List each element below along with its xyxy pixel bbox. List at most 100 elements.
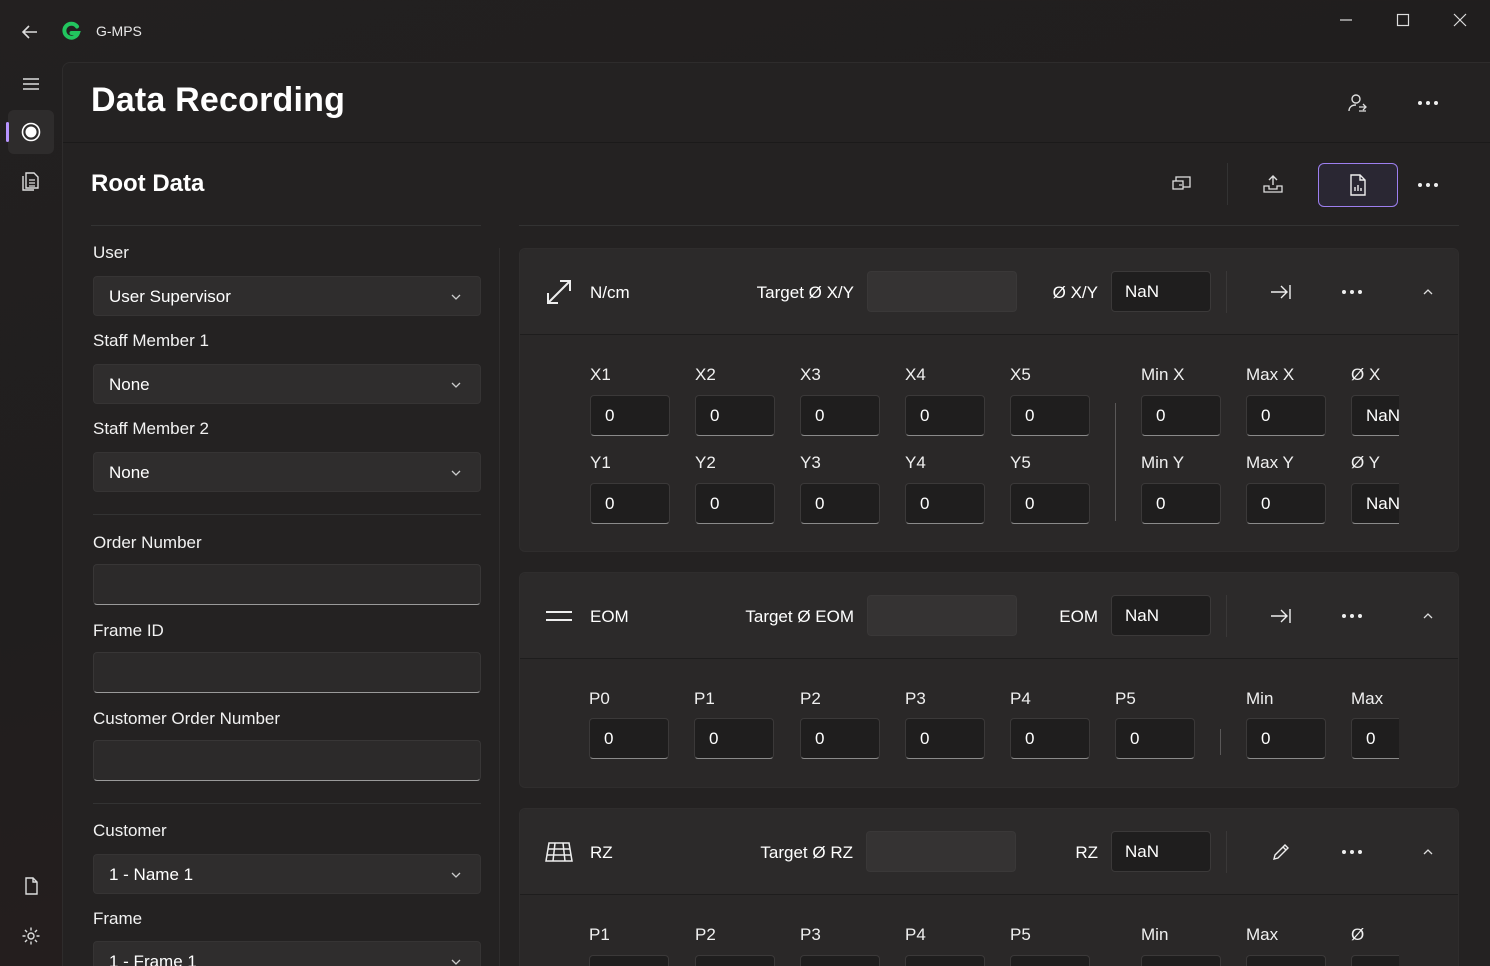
ncm-result-field: NaN xyxy=(1111,271,1211,312)
nav-item-file[interactable] xyxy=(8,864,54,908)
back-arrow-icon[interactable] xyxy=(18,20,42,44)
y2-input[interactable]: 0 xyxy=(695,483,775,524)
close-icon[interactable] xyxy=(1448,8,1472,32)
column-header: Min xyxy=(1246,689,1274,708)
card-more-options-icon[interactable] xyxy=(1335,835,1369,869)
rz-p1-input[interactable] xyxy=(589,955,669,966)
frame-label: Frame xyxy=(93,909,143,928)
card-more-options-icon[interactable] xyxy=(1335,599,1369,633)
title-bar: G-MPS xyxy=(0,0,1490,62)
column-header: Y2 xyxy=(695,453,716,472)
column-header: Y4 xyxy=(905,453,926,472)
p4-input[interactable]: 0 xyxy=(1010,718,1090,759)
column-header: P3 xyxy=(905,689,926,708)
y5-input[interactable]: 0 xyxy=(1010,483,1090,524)
navigation-rail xyxy=(0,62,62,966)
p0-input[interactable]: 0 xyxy=(589,718,669,759)
staff-member-1-label: Staff Member 1 xyxy=(93,331,209,350)
cell-value: 0 xyxy=(815,729,825,748)
rz-result-field: NaN xyxy=(1111,831,1211,872)
apply-to-end-icon[interactable] xyxy=(1264,599,1298,633)
divider xyxy=(1226,271,1227,313)
p1-input[interactable]: 0 xyxy=(694,718,774,759)
eom-target-label: Target Ø EOM xyxy=(745,607,854,626)
chevron-down-icon xyxy=(451,959,461,965)
cell-value: 0 xyxy=(1025,406,1035,425)
column-header: Max xyxy=(1246,925,1279,944)
divider xyxy=(1220,729,1221,755)
upload-tray-icon[interactable] xyxy=(1253,164,1293,204)
frame-combobox[interactable]: 1 - Frame 1 xyxy=(93,941,481,966)
rz-p2-input[interactable] xyxy=(695,955,775,966)
y4-input[interactable]: 0 xyxy=(905,483,985,524)
cell-value: 0 xyxy=(710,494,720,513)
p3-input[interactable]: 0 xyxy=(905,718,985,759)
column-header: Y3 xyxy=(800,453,821,472)
user-switch-icon[interactable] xyxy=(1337,83,1377,123)
rz-target-input[interactable] xyxy=(866,831,1016,872)
record-icon xyxy=(21,122,41,142)
x1-input[interactable]: 0 xyxy=(590,395,670,436)
column-header: Min X xyxy=(1141,365,1185,384)
rz-max-field xyxy=(1246,955,1326,966)
eom-target-input[interactable] xyxy=(867,595,1017,636)
y1-input[interactable]: 0 xyxy=(590,483,670,524)
report-button[interactable] xyxy=(1318,163,1398,207)
rz-min-field xyxy=(1141,955,1221,966)
order-number-input[interactable] xyxy=(93,564,481,605)
rz-p3-input[interactable] xyxy=(800,955,880,966)
nav-item-data-recording[interactable] xyxy=(6,110,54,154)
x5-input[interactable]: 0 xyxy=(1010,395,1090,436)
frame-id-input[interactable] xyxy=(93,652,481,693)
gear-icon xyxy=(22,927,40,945)
cell-value: 0 xyxy=(1156,406,1166,425)
hamburger-menu-icon[interactable] xyxy=(8,62,54,106)
minimize-icon[interactable] xyxy=(1334,8,1358,32)
rz-p5-input[interactable] xyxy=(1010,955,1090,966)
chevron-down-icon xyxy=(451,470,461,476)
section-more-options-icon[interactable] xyxy=(1408,165,1448,205)
edit-pencil-icon[interactable] xyxy=(1264,835,1298,869)
card-more-options-icon[interactable] xyxy=(1335,275,1369,309)
customer-order-number-label: Customer Order Number xyxy=(93,709,281,728)
chevron-down-icon xyxy=(451,382,461,388)
column-header: P5 xyxy=(1115,689,1136,708)
more-options-icon[interactable] xyxy=(1408,83,1448,123)
rz-title: RZ xyxy=(590,843,613,862)
divider xyxy=(1115,403,1116,521)
collapse-chevron-up-icon[interactable] xyxy=(1411,599,1445,633)
column-header: Ø Y xyxy=(1351,453,1380,472)
p5-input[interactable]: 0 xyxy=(1115,718,1195,759)
maximize-icon[interactable] xyxy=(1391,8,1415,32)
column-header: X3 xyxy=(800,365,821,384)
x4-input[interactable]: 0 xyxy=(905,395,985,436)
x2-input[interactable]: 0 xyxy=(695,395,775,436)
collapse-chevron-up-icon[interactable] xyxy=(1411,275,1445,309)
cell-value: 0 xyxy=(815,406,825,425)
cell-value: 0 xyxy=(1261,729,1271,748)
staff-member-2-combobox[interactable]: None xyxy=(93,452,481,492)
p2-input[interactable]: 0 xyxy=(800,718,880,759)
x3-input[interactable]: 0 xyxy=(800,395,880,436)
column-header: Ø X xyxy=(1351,365,1381,384)
customer-order-number-input[interactable] xyxy=(93,740,481,781)
report-document-icon xyxy=(1350,174,1366,196)
transfer-screen-icon[interactable] xyxy=(1162,164,1202,204)
y3-input[interactable]: 0 xyxy=(800,483,880,524)
column-header: X2 xyxy=(695,365,716,384)
staff-member-1-combobox[interactable]: None xyxy=(93,364,481,404)
frame-value: 1 - Frame 1 xyxy=(109,952,197,966)
collapse-chevron-up-icon[interactable] xyxy=(1411,835,1445,869)
user-combobox[interactable]: User Supervisor xyxy=(93,276,481,316)
nav-item-settings[interactable] xyxy=(8,914,54,958)
ncm-target-input[interactable] xyxy=(867,271,1017,312)
max-field: 0 xyxy=(1351,718,1399,759)
customer-combobox[interactable]: 1 - Name 1 xyxy=(93,854,481,894)
apply-to-end-icon[interactable] xyxy=(1264,275,1298,309)
min-x-field: 0 xyxy=(1141,395,1221,436)
nav-item-documents[interactable] xyxy=(8,159,54,203)
column-separator xyxy=(499,248,500,966)
cell-value: 0 xyxy=(1156,494,1166,513)
min-y-field: 0 xyxy=(1141,483,1221,524)
rz-p4-input[interactable] xyxy=(905,955,985,966)
